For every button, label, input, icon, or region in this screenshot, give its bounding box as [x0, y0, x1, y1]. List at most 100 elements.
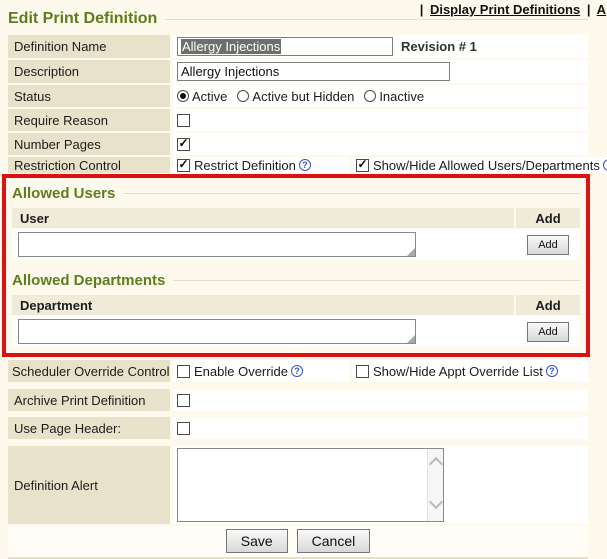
use-page-header-content [173, 417, 588, 439]
department-textarea[interactable] [18, 319, 416, 344]
status-radio-active[interactable] [177, 90, 189, 102]
help-icon[interactable]: ? [299, 159, 311, 171]
number-pages-label: Number Pages [8, 133, 170, 155]
number-pages-content: ✓ [173, 133, 588, 155]
status-radio-active-but-hidden[interactable] [237, 90, 249, 102]
user-add-cell: Add [516, 235, 580, 255]
archive-row: Archive Print Definition [8, 389, 588, 411]
require-reason-row: Require Reason [8, 109, 588, 131]
show-hide-users-cell: ✓ Show/Hide Allowed Users/Departments ? [352, 157, 607, 173]
restrict-definition-label: Restrict Definition [194, 158, 296, 173]
allowed-departments-input-row: Add [12, 316, 580, 347]
show-hide-allowed-users-checkbox[interactable]: ✓ [356, 159, 369, 172]
user-column-header: User [12, 208, 514, 228]
check-icon: ✓ [357, 158, 367, 170]
help-icon[interactable]: ? [546, 365, 558, 377]
description-label: Description [8, 60, 170, 83]
display-print-definitions-link[interactable]: Display Print Definitions [430, 2, 580, 17]
definition-name-label: Definition Name [8, 35, 170, 58]
user-textarea[interactable] [18, 232, 416, 257]
archive-content [173, 389, 588, 411]
description-content [173, 60, 588, 83]
definition-name-input[interactable]: Allergy Injections [177, 37, 393, 56]
page-title: Edit Print Definition [8, 10, 157, 28]
definition-alert-textarea-wrap [177, 448, 444, 522]
allowed-users-input-row: Add [12, 229, 580, 260]
check-icon: ✓ [178, 158, 188, 170]
show-hide-appt-override-label: Show/Hide Appt Override List [373, 364, 543, 379]
scheduler-override-row: Scheduler Override Control Enable Overri… [8, 360, 588, 382]
form-actions-row: Save Cancel [8, 526, 588, 559]
restrict-definition-checkbox[interactable]: ✓ [177, 159, 190, 172]
use-page-header-checkbox[interactable] [177, 422, 190, 435]
use-page-header-label: Use Page Header: [8, 417, 170, 439]
allowed-departments-table-header: Department Add [12, 295, 580, 315]
description-input[interactable] [177, 62, 450, 81]
add-column-header: Add [516, 208, 580, 228]
allowed-users-heading: Allowed Users [12, 185, 115, 202]
add-user-button[interactable]: Add [527, 235, 569, 255]
archive-checkbox[interactable] [177, 394, 190, 407]
status-option-label: Inactive [379, 89, 424, 104]
definition-alert-content [173, 446, 588, 524]
separator: | [420, 2, 424, 17]
edit-print-definition-form: Definition Name Allergy Injections Revis… [8, 35, 588, 559]
status-content: Active Active but Hidden Inactive [173, 85, 588, 107]
save-button[interactable]: Save [226, 529, 288, 553]
title-rule [165, 19, 588, 20]
definition-name-content: Allergy Injections Revision # 1 [173, 35, 588, 58]
archive-label: Archive Print Definition [8, 389, 170, 411]
status-row: Status Active Active but Hidden Inactive [8, 85, 588, 107]
status-radio-inactive[interactable] [364, 90, 376, 102]
scheduler-override-label: Scheduler Override Control [8, 360, 170, 382]
department-column-header: Department [12, 295, 514, 315]
help-icon[interactable]: ? [603, 159, 607, 171]
top-nav-links: | Display Print Definitions | A [417, 2, 606, 17]
department-textarea-wrap [18, 319, 416, 344]
user-textarea-wrap [18, 232, 416, 257]
allowed-departments-heading-row: Allowed Departments [12, 268, 580, 292]
definition-name-row: Definition Name Allergy Injections Revis… [8, 35, 588, 58]
definition-name-selected-text: Allergy Injections [181, 39, 281, 54]
number-pages-checkbox[interactable]: ✓ [177, 138, 190, 151]
require-reason-content [173, 109, 588, 131]
restriction-control-label: Restriction Control [8, 157, 170, 173]
status-label: Status [8, 85, 170, 107]
allowed-users-table-header: User Add [12, 208, 580, 228]
require-reason-checkbox[interactable] [177, 114, 190, 127]
allowed-departments-heading: Allowed Departments [12, 272, 165, 289]
show-hide-appt-override-checkbox[interactable] [356, 365, 369, 378]
scrollbar[interactable] [427, 449, 443, 521]
restriction-control-content: ✓ Restrict Definition ? ✓ Show/Hide Allo… [173, 157, 607, 173]
restrict-definition-cell: ✓ Restrict Definition ? [173, 157, 349, 173]
add-department-button[interactable]: Add [527, 322, 569, 342]
allowed-users-heading-row: Allowed Users [12, 181, 580, 205]
enable-override-label: Enable Override [194, 364, 288, 379]
status-option-label: Active but Hidden [252, 89, 354, 104]
status-option-label: Active [192, 89, 227, 104]
cancel-button[interactable]: Cancel [297, 529, 371, 553]
number-pages-row: Number Pages ✓ [8, 133, 588, 155]
add-column-header: Add [516, 295, 580, 315]
show-hide-appt-cell: Show/Hide Appt Override List ? [352, 360, 588, 382]
add-link-clipped[interactable]: A [597, 2, 606, 17]
heading-rule [123, 193, 580, 194]
help-icon[interactable]: ? [291, 365, 303, 377]
require-reason-label: Require Reason [8, 109, 170, 131]
use-page-header-row: Use Page Header: [8, 417, 588, 439]
scheduler-override-content: Enable Override ? Show/Hide Appt Overrid… [173, 360, 588, 382]
restriction-control-row: Restriction Control ✓ Restrict Definitio… [8, 157, 588, 173]
definition-alert-textarea[interactable] [178, 449, 427, 521]
check-icon: ✓ [178, 137, 188, 149]
enable-override-checkbox[interactable] [177, 365, 190, 378]
description-row: Description [8, 60, 588, 83]
show-hide-allowed-users-label: Show/Hide Allowed Users/Departments [373, 158, 600, 173]
scroll-down-icon[interactable] [428, 495, 442, 509]
definition-alert-label: Definition Alert [8, 446, 170, 524]
department-add-cell: Add [516, 322, 580, 342]
enable-override-cell: Enable Override ? [173, 360, 349, 382]
definition-alert-row: Definition Alert [8, 446, 588, 524]
separator: | [587, 2, 591, 17]
heading-rule [173, 280, 580, 281]
scroll-up-icon[interactable] [428, 457, 442, 471]
